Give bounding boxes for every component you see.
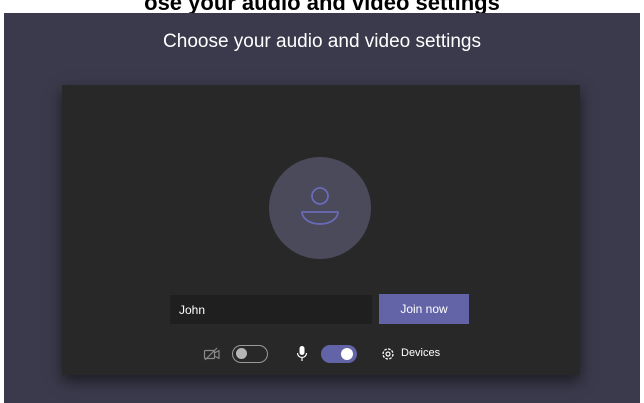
name-input[interactable] bbox=[170, 295, 372, 324]
camera-toggle-knob bbox=[236, 348, 247, 359]
avatar bbox=[269, 157, 371, 259]
camera-off-icon bbox=[203, 347, 220, 361]
page-title: Choose your audio and video settings bbox=[163, 31, 481, 52]
microphone-toggle-knob bbox=[341, 348, 353, 360]
video-preview-panel: Join now bbox=[62, 85, 580, 375]
device-controls: Devices bbox=[62, 343, 580, 367]
gear-icon bbox=[382, 348, 394, 360]
devices-label: Devices bbox=[401, 347, 441, 359]
person-icon bbox=[301, 187, 339, 225]
join-settings-screen: Choose your audio and video settings Joi… bbox=[4, 13, 640, 403]
join-now-button[interactable]: Join now bbox=[379, 294, 469, 324]
microphone-icon bbox=[296, 346, 308, 361]
cropped-heading-banner: ose your audio and video settings bbox=[144, 0, 500, 13]
microphone-toggle[interactable] bbox=[321, 345, 357, 363]
camera-toggle[interactable] bbox=[232, 345, 268, 363]
